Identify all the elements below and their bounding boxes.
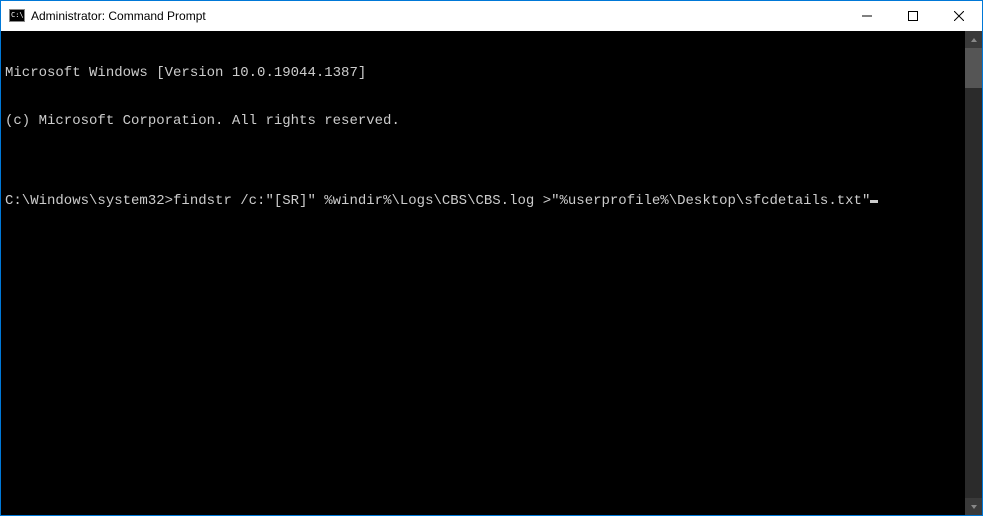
console-prompt: C:\Windows\system32> [5,193,173,209]
window-frame: C:\ Administrator: Command Prompt Micros… [0,0,983,516]
cmd-icon: C:\ [9,8,25,24]
console-output[interactable]: Microsoft Windows [Version 10.0.19044.13… [1,31,965,515]
window-controls [844,1,982,31]
svg-text:C:\: C:\ [11,11,24,19]
scrollbar-track[interactable] [965,48,982,498]
titlebar[interactable]: C:\ Administrator: Command Prompt [1,1,982,31]
close-button[interactable] [936,1,982,31]
maximize-button[interactable] [890,1,936,31]
console-prompt-line: C:\Windows\system32>findstr /c:"[SR]" %w… [5,193,961,209]
text-cursor [870,200,878,203]
scrollbar-thumb[interactable] [965,48,982,88]
scroll-up-button[interactable] [965,31,982,48]
window-title: Administrator: Command Prompt [31,9,206,23]
console-line: (c) Microsoft Corporation. All rights re… [5,113,961,129]
minimize-button[interactable] [844,1,890,31]
vertical-scrollbar[interactable] [965,31,982,515]
scroll-down-button[interactable] [965,498,982,515]
console-command: findstr /c:"[SR]" %windir%\Logs\CBS\CBS.… [173,193,870,209]
client-area: Microsoft Windows [Version 10.0.19044.13… [1,31,982,515]
console-line: Microsoft Windows [Version 10.0.19044.13… [5,65,961,81]
